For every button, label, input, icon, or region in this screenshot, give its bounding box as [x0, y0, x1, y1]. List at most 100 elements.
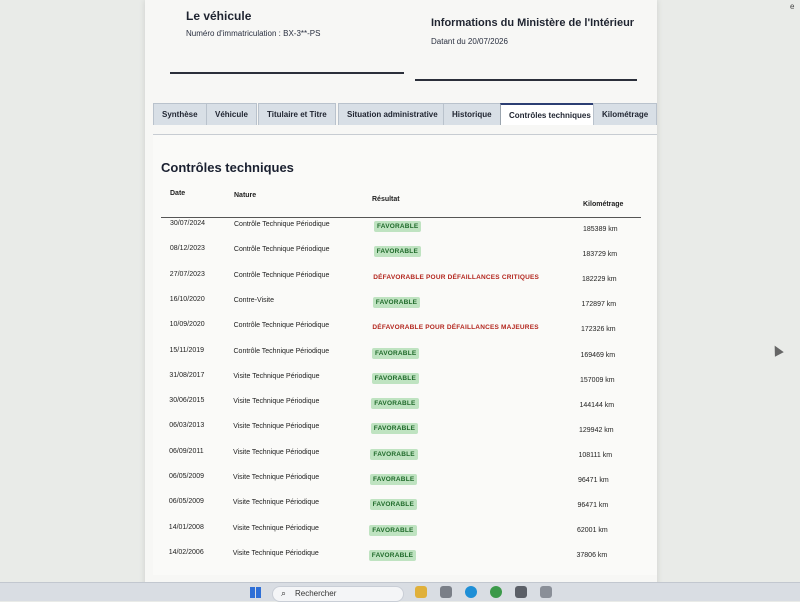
- table-row: 31/08/2017 Visite Technique Périodique FAV…: [153, 372, 657, 392]
- status-badge-favorable: FAVORABLE: [372, 347, 420, 359]
- status-badge-favorable: FAVORABLE: [369, 499, 417, 511]
- cell-date: 06/05/2009: [169, 473, 205, 480]
- registration-number: Numéro d'immatriculation : BX-3**-PS: [186, 29, 321, 38]
- col-header-kilometrage: Kilométrage: [583, 201, 624, 208]
- ministry-info-date: Datant du 20/07/2026: [431, 37, 508, 46]
- cell-date: 16/10/2020: [169, 295, 205, 303]
- cell-kilometrage: 157009 km: [580, 376, 615, 384]
- status-badge-favorable: FAVORABLE: [371, 372, 419, 384]
- cell-kilometrage: 96471 km: [577, 502, 609, 510]
- cell-date: 15/11/2019: [169, 346, 205, 354]
- table-row: 30/06/2015 Visite Technique Périodique FAV…: [153, 397, 657, 417]
- chrome-browser-icon[interactable]: [490, 586, 502, 598]
- cell-kilometrage: 185389 km: [583, 226, 618, 233]
- table-header-rule: [161, 217, 641, 218]
- taskbar: ⌕ Rechercher: [0, 582, 800, 602]
- cell-date: 30/06/2015: [169, 397, 205, 405]
- cell-nature: Visite Technique Périodique: [232, 499, 320, 507]
- cell-nature: Visite Technique Périodique: [233, 474, 320, 481]
- col-header-result: Résultat: [372, 196, 400, 203]
- table-row: 06/05/2009 Visite Technique Périodique FAV…: [153, 498, 657, 518]
- tab-synthese[interactable]: Synthèse: [153, 103, 207, 125]
- windows-start-icon[interactable]: [250, 587, 261, 598]
- cell-date: 31/08/2017: [169, 371, 205, 379]
- tab-vehicule[interactable]: Véhicule: [206, 103, 257, 125]
- table-row: 15/11/2019 Contrôle Technique Périodique F…: [153, 347, 657, 367]
- controles-panel: Contrôles techniques Date Nature Résulta…: [153, 135, 657, 575]
- table-row: 16/10/2020 Contre-Visite FAVORABLE 172897 k…: [153, 296, 657, 316]
- cell-kilometrage: 169469 km: [580, 351, 616, 359]
- table-row: 06/03/2013 Visite Technique Périodique FAV…: [153, 422, 657, 442]
- col-header-date: Date: [170, 190, 186, 197]
- cell-date: 27/07/2023: [169, 270, 205, 278]
- cell-date: 08/12/2023: [169, 245, 205, 253]
- file-explorer-icon[interactable]: [415, 586, 427, 598]
- tab-situation-administrative[interactable]: Situation administrative: [338, 103, 447, 125]
- snipping-tool-icon[interactable]: [440, 586, 452, 598]
- status-badge-favorable: FAVORABLE: [371, 398, 419, 410]
- status-badge-favorable: FAVORABLE: [370, 448, 418, 460]
- cell-nature: Contrôle Technique Périodique: [233, 271, 330, 279]
- cell-kilometrage: 183729 km: [582, 251, 618, 259]
- cell-nature: Visite Technique Périodique: [232, 524, 319, 532]
- cell-kilometrage: 144144 km: [579, 401, 615, 409]
- table-row: 06/05/2009 Visite Technique Périodique FAV…: [153, 473, 657, 493]
- cell-nature: Visite Technique Périodique: [233, 448, 320, 456]
- cell-nature: Contrôle Technique Périodique: [233, 347, 330, 355]
- corner-ellipsis: e: [790, 2, 795, 11]
- cell-kilometrage: 129942 km: [579, 426, 614, 434]
- table-row: 30/07/2024 Contrôle Technique Périodique F…: [153, 220, 657, 240]
- table-row: 06/09/2011 Visite Technique Périodique FAV…: [153, 448, 657, 468]
- edge-browser-icon[interactable]: [465, 586, 477, 598]
- cell-nature: Contrôle Technique Périodique: [234, 221, 330, 228]
- cell-date: 14/01/2008: [168, 523, 204, 531]
- table-row: 14/02/2006 Visite Technique Périodique FAV…: [153, 549, 657, 569]
- cell-date: 30/07/2024: [170, 220, 206, 227]
- cell-kilometrage: 37806 km: [576, 552, 608, 560]
- search-icon: ⌕: [281, 588, 287, 598]
- cell-kilometrage: 182229 km: [582, 276, 617, 284]
- tab-historique[interactable]: Historique: [443, 103, 501, 125]
- cell-nature: Visite Technique Périodique: [233, 423, 320, 431]
- cell-kilometrage: 172326 km: [581, 326, 616, 334]
- cell-date: 06/09/2011: [169, 447, 204, 455]
- cell-date: 06/03/2013: [169, 422, 205, 430]
- status-badge-favorable: FAVORABLE: [370, 474, 418, 485]
- document-page: Le véhicule Numéro d'immatriculation : B…: [145, 0, 658, 590]
- tab-bar: Synthèse Véhicule Titulaire et Titre Sit…: [153, 103, 658, 135]
- status-badge-favorable: FAVORABLE: [372, 296, 421, 308]
- tab-kilometrage[interactable]: Kilométrage: [593, 103, 658, 125]
- ministry-info-title: Informations du Ministère de l'Intérieur: [431, 17, 635, 29]
- cell-date: 14/02/2006: [168, 548, 204, 556]
- status-badge-favorable: FAVORABLE: [373, 246, 421, 258]
- cell-nature: Visite Technique Périodique: [233, 372, 320, 380]
- cell-date: 06/05/2009: [168, 498, 204, 506]
- cell-kilometrage: 96471 km: [578, 477, 609, 484]
- col-header-nature: Nature: [234, 192, 257, 199]
- cell-kilometrage: 108111 km: [578, 451, 613, 459]
- settings-app-icon[interactable]: [515, 586, 527, 598]
- table-row: 27/07/2023 Contrôle Technique Périodique D…: [153, 271, 657, 291]
- status-badge-favorable: FAVORABLE: [370, 423, 419, 435]
- cell-kilometrage: 62001 km: [577, 527, 608, 535]
- cell-nature: Visite Technique Périodique: [232, 549, 319, 557]
- search-placeholder: Rechercher: [295, 589, 337, 598]
- status-badge-favorable: FAVORABLE: [374, 221, 422, 232]
- tab-titulaire-et-titre[interactable]: Titulaire et Titre: [258, 103, 336, 125]
- section-title: Contrôles techniques: [161, 160, 294, 175]
- status-badge-defavorable: DÉFAVORABLE POUR DÉFAILLANCES MAJEURES: [372, 324, 539, 332]
- tab-controles-techniques[interactable]: Contrôles techniques: [500, 103, 600, 125]
- status-badge-favorable: FAVORABLE: [368, 549, 417, 561]
- divider-left: [170, 72, 404, 74]
- status-badge-favorable: FAVORABLE: [369, 524, 417, 536]
- storage-app-icon[interactable]: [540, 586, 552, 598]
- cell-kilometrage: 172897 km: [581, 301, 617, 309]
- cell-nature: Contrôle Technique Périodique: [233, 246, 330, 254]
- table-row: 14/01/2008 Visite Technique Périodique FAV…: [153, 524, 657, 544]
- cell-nature: Visite Technique Périodique: [233, 398, 320, 406]
- vehicle-section-title: Le véhicule: [186, 9, 252, 23]
- table-row: 10/09/2020 Contrôle Technique Périodique D…: [153, 321, 657, 341]
- cell-date: 10/09/2020: [169, 321, 205, 329]
- cell-nature: Contrôle Technique Périodique: [233, 322, 330, 330]
- mouse-cursor-icon: [770, 343, 784, 357]
